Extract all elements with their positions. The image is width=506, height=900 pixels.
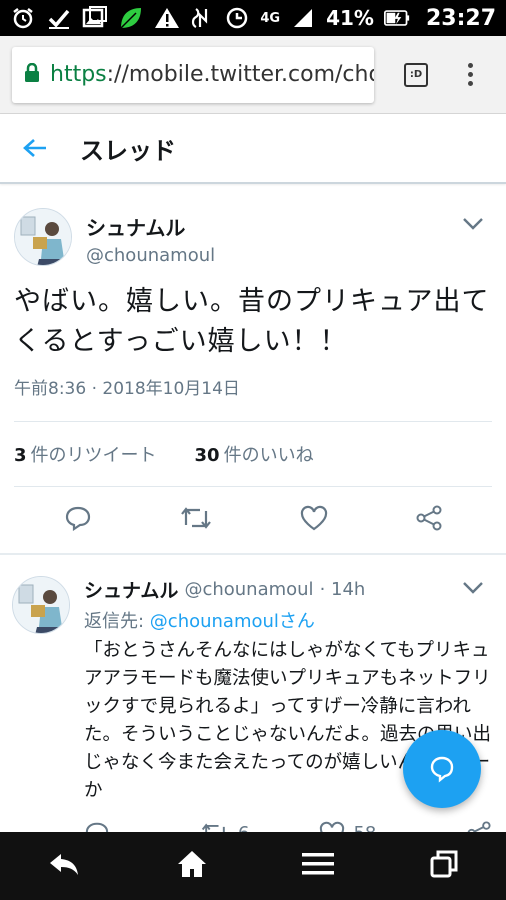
battery-percent: 41%	[326, 6, 374, 30]
gallery-icon	[82, 5, 108, 31]
user-handle[interactable]: @chounamoul	[184, 579, 313, 600]
nav-menu-button[interactable]	[302, 851, 335, 881]
main-tweet: シュナムル @chounamoul やばい。嬉しい。昔のプリキュア出てくるとすっ…	[0, 190, 506, 555]
url-scheme: https	[50, 62, 107, 87]
tweet-actions	[0, 487, 506, 553]
alarm-icon	[10, 5, 36, 31]
signal-icon	[290, 5, 316, 31]
nav-back-button[interactable]	[47, 851, 81, 881]
reply-context: 返信先: @chounamoulさん	[84, 611, 315, 632]
recents-icon	[430, 850, 458, 878]
battery-icon	[383, 5, 410, 31]
retweet-stat[interactable]: 3 件のリツイート	[14, 441, 157, 467]
tweet-menu-button[interactable]	[462, 208, 492, 266]
warning-icon	[154, 5, 180, 31]
divider	[0, 553, 506, 555]
leaf-icon	[118, 5, 144, 31]
tab-switcher-button[interactable]: :D	[404, 62, 428, 87]
like-stat[interactable]: 30 件のいいね	[195, 441, 314, 467]
status-bar: 4G 41% 23:27	[0, 0, 506, 36]
compose-reply-button[interactable]	[403, 730, 481, 808]
nav-recents-button[interactable]	[429, 849, 459, 883]
share-button[interactable]	[415, 505, 443, 535]
share-icon	[416, 505, 441, 531]
reply-to-link[interactable]: @chounamoul	[150, 611, 279, 632]
data-saver-icon	[224, 5, 250, 31]
browser-menu-button[interactable]	[468, 63, 473, 86]
checkmark-icon	[46, 5, 72, 31]
avatar[interactable]	[14, 208, 72, 266]
user-handle[interactable]: @chounamoul	[86, 245, 462, 266]
tweet-time: · 14h	[319, 579, 366, 600]
page-title: スレッド	[80, 136, 176, 165]
clock: 23:27	[425, 5, 496, 31]
chevron-down-icon	[463, 582, 483, 594]
display-name[interactable]: シュナムル	[84, 576, 178, 603]
menu-icon	[302, 853, 335, 875]
tweet-stats: 3 件のリツイート 30 件のいいね	[0, 422, 506, 486]
like-button[interactable]	[300, 505, 328, 535]
reply-icon	[65, 506, 90, 532]
chevron-down-icon	[463, 218, 483, 230]
tweet-text: やばい。嬉しい。昔のプリキュア出てくるとすっごい嬉しい！！	[14, 286, 490, 357]
retweet-icon	[180, 507, 211, 529]
browser-toolbar: https://mobile.twitter.com/cho :D	[0, 36, 506, 114]
avatar[interactable]	[12, 576, 70, 634]
back-button[interactable]	[0, 137, 70, 159]
url-text: ://mobile.twitter.com/cho	[106, 62, 374, 87]
retweet-button[interactable]	[179, 505, 213, 535]
back-arrow-icon	[23, 139, 46, 157]
back-icon	[50, 854, 79, 875]
tweet-menu-button[interactable]	[462, 579, 492, 600]
heart-icon	[300, 505, 327, 531]
home-icon	[177, 851, 206, 877]
nfc-icon	[188, 5, 214, 31]
tweet-timestamp[interactable]: 午前8:36 · 2018年10月14日	[0, 362, 506, 399]
speech-bubble-icon	[430, 756, 454, 783]
nav-home-button[interactable]	[176, 849, 208, 883]
network-type: 4G	[260, 10, 281, 26]
thread-header: スレッド	[0, 114, 506, 184]
url-bar[interactable]: https://mobile.twitter.com/cho	[12, 46, 374, 103]
system-nav-bar	[0, 832, 506, 900]
display-name[interactable]: シュナムル	[86, 212, 462, 241]
lock-icon	[24, 62, 40, 87]
reply-button[interactable]	[64, 505, 92, 535]
